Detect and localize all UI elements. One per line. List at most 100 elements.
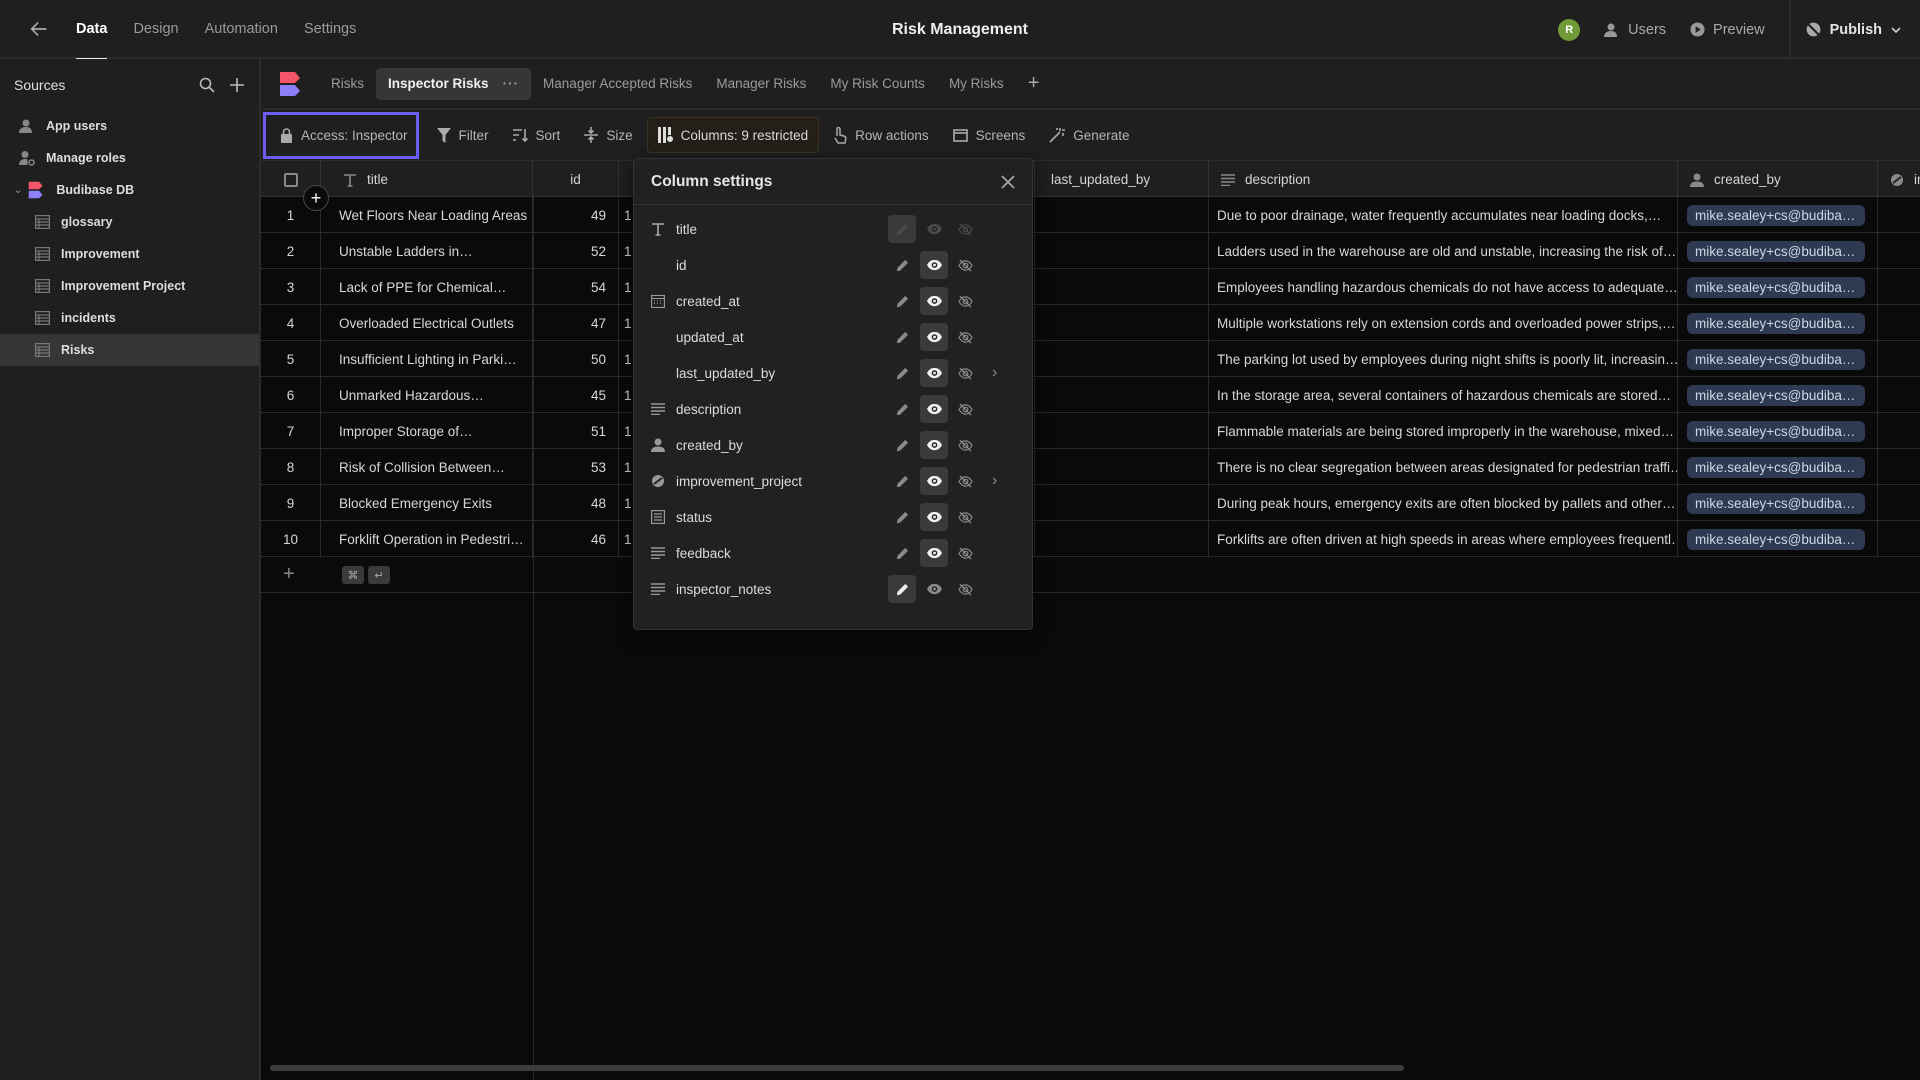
pencil-icon[interactable] [888,575,916,603]
pencil-icon[interactable] [888,395,916,423]
nav-tab-settings[interactable]: Settings [304,0,356,58]
eye-icon[interactable] [920,251,948,279]
cell-description[interactable]: Employees handling hazardous chemicals d… [1209,269,1678,305]
cell-last-updated-by[interactable] [1035,377,1209,413]
chevron-down-icon[interactable]: ⌄ [14,185,22,196]
eye-off-icon[interactable] [951,575,979,603]
cell-improvement-project[interactable] [1878,197,1920,233]
eye-icon[interactable] [920,503,948,531]
table-row[interactable]: 5 Insufficient Lighting in Parki… 50 1 The p… [261,341,1920,377]
avatar[interactable]: R [1558,18,1581,41]
search-icon[interactable] [199,77,215,93]
cell-created-by[interactable]: mike.sealey+cs@budibas… [1678,341,1878,377]
view-tab-manager-accepted-risks[interactable]: Manager Accepted Risks [531,68,704,100]
cell-description[interactable]: During peak hours, emergency exits are o… [1209,485,1678,521]
pencil-icon[interactable] [888,503,916,531]
cell-improvement-project[interactable] [1878,413,1920,449]
sidebar-item-incidents[interactable]: incidents [0,302,259,334]
access-button[interactable]: Access: Inspector [263,111,419,159]
table-row[interactable]: 4 Overloaded Electrical Outlets 47 1 Multipl… [261,305,1920,341]
eye-icon[interactable] [920,359,948,387]
cell-last-updated-by[interactable] [1035,449,1209,485]
cell-title[interactable]: Blocked Emergency Exits [321,485,533,521]
nav-tab-design[interactable]: Design [133,0,178,58]
cell-title[interactable]: Risk of Collision Between… [321,449,533,485]
eye-icon[interactable] [920,575,948,603]
nav-tab-data[interactable]: Data [76,0,108,60]
eye-icon[interactable] [920,467,948,495]
view-tab-my-risk-counts[interactable]: My Risk Counts [818,68,937,100]
eye-off-icon[interactable] [951,395,979,423]
cell-id[interactable]: 53 [533,449,619,485]
eye-off-icon[interactable] [951,359,979,387]
cell-last-updated-by[interactable] [1035,413,1209,449]
cell-created-by[interactable]: mike.sealey+cs@budibas… [1678,269,1878,305]
cell-last-updated-by[interactable] [1035,341,1209,377]
cell-title[interactable]: Insufficient Lighting in Parki… [321,341,533,377]
cell-improvement-project[interactable] [1878,485,1920,521]
publish-button[interactable]: Publish [1788,0,1920,59]
pencil-icon[interactable] [888,539,916,567]
cell-title[interactable]: Unstable Ladders in… [321,233,533,269]
cell-last-updated-by[interactable] [1035,485,1209,521]
back-arrow-icon[interactable] [28,18,50,40]
cell-description[interactable]: Flammable materials are being stored imp… [1209,413,1678,449]
sidebar-item-improvement[interactable]: Improvement [0,238,259,270]
cell-last-updated-by[interactable] [1035,233,1209,269]
table-row[interactable]: 9 Blocked Emergency Exits 48 1 During peak h… [261,485,1920,521]
cell-created-by[interactable]: mike.sealey+cs@budibas… [1678,233,1878,269]
sidebar-item-glossary[interactable]: glossary [0,206,259,238]
sidebar-item-improvement-project[interactable]: Improvement Project [0,270,259,302]
filter-button[interactable]: Filter [427,117,499,153]
table-row[interactable]: 3 Lack of PPE for Chemical… 54 1 Employees h… [261,269,1920,305]
preview-button[interactable]: Preview [1690,22,1765,38]
pencil-icon[interactable] [888,323,916,351]
table-row[interactable]: 7 Improper Storage of… 51 1 Flammable materi… [261,413,1920,449]
generate-button[interactable]: Generate [1039,117,1139,153]
view-tab-my-risks[interactable]: My Risks [937,68,1016,100]
cell-last-updated-by[interactable] [1035,197,1209,233]
eye-off-icon[interactable] [951,323,979,351]
cell-id[interactable]: 52 [533,233,619,269]
cell-title[interactable]: Unmarked Hazardous… [321,377,533,413]
add-row-plus-icon[interactable]: + [283,563,295,586]
close-icon[interactable] [1001,174,1015,189]
cell-title[interactable]: Wet Floors Near Loading Areas [321,197,533,233]
users-button[interactable]: Users [1604,22,1666,38]
cell-description[interactable]: In the storage area, several containers … [1209,377,1678,413]
chevron-down-icon[interactable] [1890,24,1902,36]
cell-created-by[interactable]: mike.sealey+cs@budibas… [1678,377,1878,413]
sidebar-item-budibase-db[interactable]: ⌄ Budibase DB [0,174,259,206]
eye-off-icon[interactable] [951,431,979,459]
cell-id[interactable]: 48 [533,485,619,521]
cell-created-by[interactable]: mike.sealey+cs@budibas… [1678,485,1878,521]
cell-id[interactable]: 47 [533,305,619,341]
cell-improvement-project[interactable] [1878,449,1920,485]
sidebar-item-manage-roles[interactable]: Manage roles [0,142,259,174]
columns-button[interactable]: Columns: 9 restricted [646,117,820,153]
cell-created-by[interactable]: mike.sealey+cs@budibas… [1678,305,1878,341]
eye-off-icon[interactable] [951,287,979,315]
cell-improvement-project[interactable] [1878,305,1920,341]
pencil-icon[interactable] [888,431,916,459]
view-tab-manager-risks[interactable]: Manager Risks [704,68,818,100]
cell-improvement-project[interactable] [1878,521,1920,557]
sidebar-item-risks[interactable]: Risks [0,334,259,366]
eye-icon[interactable] [920,539,948,567]
cell-improvement-project[interactable] [1878,233,1920,269]
table-row[interactable]: 2 Unstable Ladders in… 52 1 Ladders used in … [261,233,1920,269]
eye-icon[interactable] [920,395,948,423]
cell-last-updated-by[interactable] [1035,269,1209,305]
sort-button[interactable]: Sort [503,117,571,153]
cell-description[interactable]: Forklifts are often driven at high speed… [1209,521,1678,557]
pencil-icon[interactable] [888,467,916,495]
cell-description[interactable]: Ladders used in the warehouse are old an… [1209,233,1678,269]
column-header-id[interactable]: id [533,161,619,198]
eye-off-icon[interactable] [951,539,979,567]
cell-description[interactable]: There is no clear segregation between ar… [1209,449,1678,485]
cell-improvement-project[interactable] [1878,269,1920,305]
cell-id[interactable]: 49 [533,197,619,233]
sidebar-item-app-users[interactable]: App users [0,110,259,142]
nav-tab-automation[interactable]: Automation [205,0,278,58]
column-header-last-updated-by[interactable]: last_updated_by [1035,161,1209,198]
